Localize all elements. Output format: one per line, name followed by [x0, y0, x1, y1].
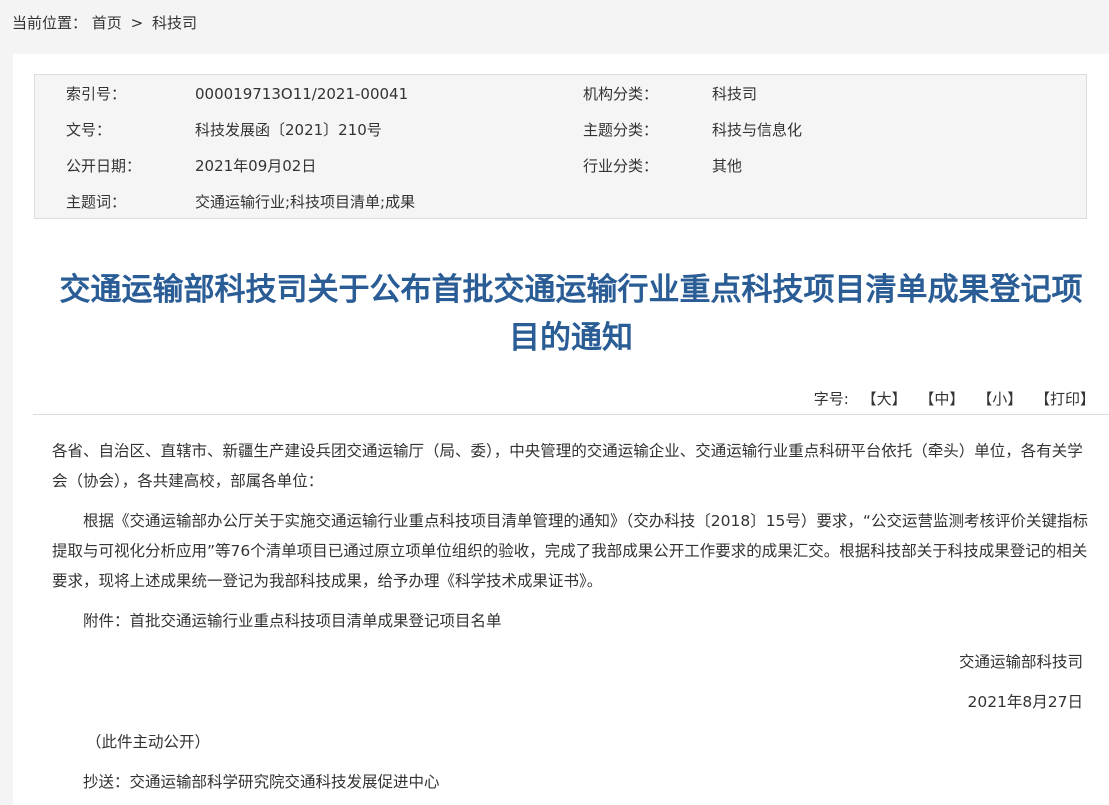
breadcrumb: 当前位置： 首页 > 科技司 [12, 12, 197, 34]
breadcrumb-prefix: 当前位置： [12, 14, 88, 32]
metadata-row: 索引号： 000019713O11/2021-00041 机构分类： 科技司 [35, 76, 1086, 112]
publish-date-label: 公开日期： [66, 157, 142, 175]
article-title-line: 交通运输部科技司关于公布首批交通运输行业重点科技项目清单成果登记项 [59, 272, 1083, 308]
breadcrumb-dept-link[interactable]: 科技司 [152, 14, 197, 32]
font-medium-button[interactable]: 【中】 [919, 390, 964, 408]
publish-date-value: 2021年09月02日 [195, 157, 317, 175]
org-category-label: 机构分类： [583, 85, 659, 103]
keywords-label: 主题词： [66, 193, 127, 211]
doc-number-label: 文号： [66, 121, 112, 139]
industry-category-label: 行业分类： [583, 157, 659, 175]
title-divider [33, 414, 1109, 415]
doc-number-value: 科技发展函〔2021〕210号 [195, 121, 382, 139]
cc-line: 抄送：交通运输部科学研究院交通科技发展促进中心 [83, 773, 440, 791]
metadata-table: 索引号： 000019713O11/2021-00041 机构分类： 科技司 文… [34, 74, 1087, 219]
signature: 交通运输部科技司 [958, 653, 1083, 671]
content-panel: 索引号： 000019713O11/2021-00041 机构分类： 科技司 文… [13, 54, 1109, 805]
font-size-toolbar: 字号: 【大】 【中】 【小】 【打印】 [814, 388, 1095, 410]
topic-category-label: 主题分类： [583, 121, 659, 139]
org-category-value: 科技司 [712, 85, 758, 103]
font-size-label: 字号: [813, 390, 849, 408]
index-number-value: 000019713O11/2021-00041 [195, 85, 409, 103]
signature-date: 2021年8月27日 [967, 693, 1083, 711]
article-title: 交通运输部科技司关于公布首批交通运输行业重点科技项目清单成果登记项 目的通知 [33, 266, 1109, 362]
salutation-paragraph: 各省、自治区、直辖市、新疆生产建设兵团交通运输厅（局、委），中央管理的交通运输企… [52, 442, 1083, 490]
keywords-value: 交通运输行业;科技项目清单;成果 [195, 193, 416, 211]
print-button[interactable]: 【打印】 [1035, 390, 1095, 408]
attachment-link[interactable]: 附件：首批交通运输行业重点科技项目清单成果登记项目名单 [83, 606, 502, 636]
index-number-label: 索引号： [66, 85, 127, 103]
breadcrumb-separator: > [130, 14, 144, 32]
metadata-row: 主题词： 交通运输行业;科技项目清单;成果 [35, 184, 1086, 220]
article-title-line: 目的通知 [509, 320, 633, 356]
metadata-row: 公开日期： 2021年09月02日 行业分类： 其他 [35, 148, 1086, 184]
font-small-button[interactable]: 【小】 [977, 390, 1022, 408]
industry-category-value: 其他 [712, 157, 743, 175]
topic-category-value: 科技与信息化 [712, 121, 803, 139]
font-large-button[interactable]: 【大】 [862, 390, 907, 408]
metadata-row: 文号： 科技发展函〔2021〕210号 主题分类： 科技与信息化 [35, 112, 1086, 148]
breadcrumb-home-link[interactable]: 首页 [92, 14, 122, 32]
main-paragraph: 根据《交通运输部办公厅关于实施交通运输行业重点科技项目清单管理的通知》（交办科技… [52, 512, 1088, 590]
public-note: （此件主动公开） [86, 733, 211, 751]
